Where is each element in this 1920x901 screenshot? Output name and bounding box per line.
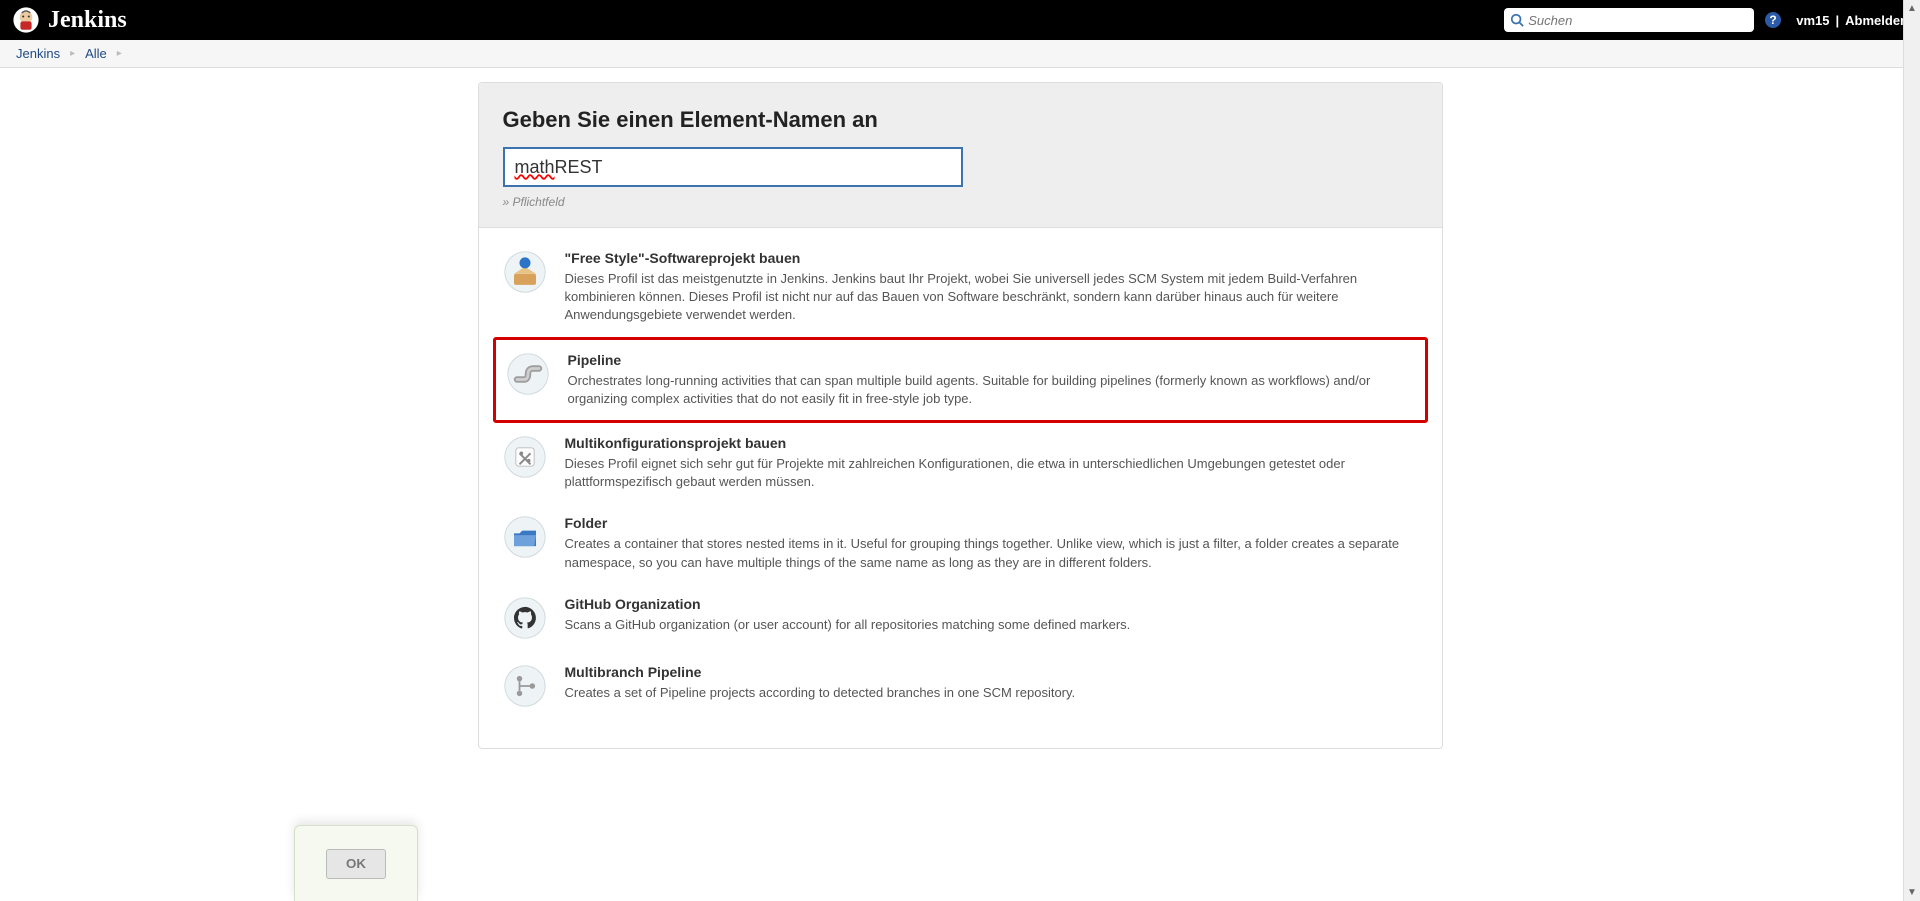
jenkins-logo-icon [12, 6, 40, 34]
item-type-multiconfig[interactable]: Multikonfigurationsprojekt bauen Dieses … [493, 423, 1428, 503]
header-user-links: vm15 | Abmelden [1796, 13, 1908, 28]
svg-text:?: ? [1770, 13, 1777, 27]
help-icon[interactable]: ? [1764, 11, 1782, 29]
name-section: Geben Sie einen Element-Namen an math RE… [479, 83, 1442, 228]
item-type-multibranch[interactable]: Multibranch Pipeline Creates a set of Pi… [493, 652, 1428, 720]
item-type-pipeline[interactable]: Pipeline Orchestrates long-running activ… [493, 337, 1428, 423]
item-type-github-org[interactable]: GitHub Organization Scans a GitHub organ… [493, 584, 1428, 652]
item-title: GitHub Organization [565, 596, 1418, 612]
item-desc: Dieses Profil eignet sich sehr gut für P… [565, 455, 1418, 491]
item-title: "Free Style"-Softwareprojekt bauen [565, 250, 1418, 266]
multiconfig-icon [503, 435, 547, 479]
item-name-input[interactable]: math REST [503, 147, 963, 187]
folder-icon [503, 515, 547, 559]
submit-panel: OK [294, 825, 418, 901]
item-desc: Orchestrates long-running activities tha… [568, 372, 1415, 408]
header-bar: Jenkins ? vm15 | Abmelden [0, 0, 1920, 40]
search-input[interactable] [1528, 13, 1748, 28]
item-desc: Creates a set of Pipeline projects accor… [565, 684, 1418, 702]
heading: Geben Sie einen Element-Namen an [503, 107, 1418, 133]
item-title: Folder [565, 515, 1418, 531]
breadcrumb-item-jenkins[interactable]: Jenkins [16, 46, 60, 61]
logout-link[interactable]: Abmelden [1845, 13, 1908, 28]
new-item-card: Geben Sie einen Element-Namen an math RE… [478, 82, 1443, 749]
breadcrumb-item-alle[interactable]: Alle [85, 46, 107, 61]
item-desc: Creates a container that stores nested i… [565, 535, 1418, 571]
scroll-down-arrow-icon[interactable]: ▼ [1904, 884, 1920, 901]
header-separator: | [1836, 13, 1840, 28]
ok-button[interactable]: OK [326, 849, 386, 879]
item-desc: Scans a GitHub organization (or user acc… [565, 616, 1418, 634]
pipeline-icon [506, 352, 550, 396]
multibranch-icon [503, 664, 547, 708]
item-type-freestyle[interactable]: "Free Style"-Softwareprojekt bauen Diese… [493, 238, 1428, 337]
github-icon [503, 596, 547, 640]
jenkins-logo[interactable]: Jenkins [12, 6, 127, 34]
chevron-right-icon: ▸ [70, 48, 75, 59]
freestyle-icon [503, 250, 547, 294]
item-type-folder[interactable]: Folder Creates a container that stores n… [493, 503, 1428, 583]
item-desc: Dieses Profil ist das meistgenutzte in J… [565, 270, 1418, 325]
username-link[interactable]: vm15 [1796, 13, 1829, 28]
search-box[interactable] [1504, 8, 1754, 32]
item-title: Multibranch Pipeline [565, 664, 1418, 680]
chevron-right-icon: ▸ [117, 48, 122, 59]
scroll-up-arrow-icon[interactable]: ▲ [1904, 0, 1920, 17]
name-value-misspelled: math [515, 157, 555, 178]
item-types-list: "Free Style"-Softwareprojekt bauen Diese… [479, 228, 1442, 748]
breadcrumb: Jenkins ▸ Alle ▸ [0, 40, 1920, 68]
app-name: Jenkins [48, 7, 127, 34]
name-value-rest: REST [555, 157, 603, 178]
item-title: Multikonfigurationsprojekt bauen [565, 435, 1418, 451]
item-title: Pipeline [568, 352, 1415, 368]
scrollbar[interactable]: ▲ ▼ [1903, 0, 1920, 901]
main-content: Geben Sie einen Element-Namen an math RE… [0, 68, 1920, 749]
search-icon [1510, 13, 1524, 27]
required-hint: » Pflichtfeld [503, 195, 1418, 209]
